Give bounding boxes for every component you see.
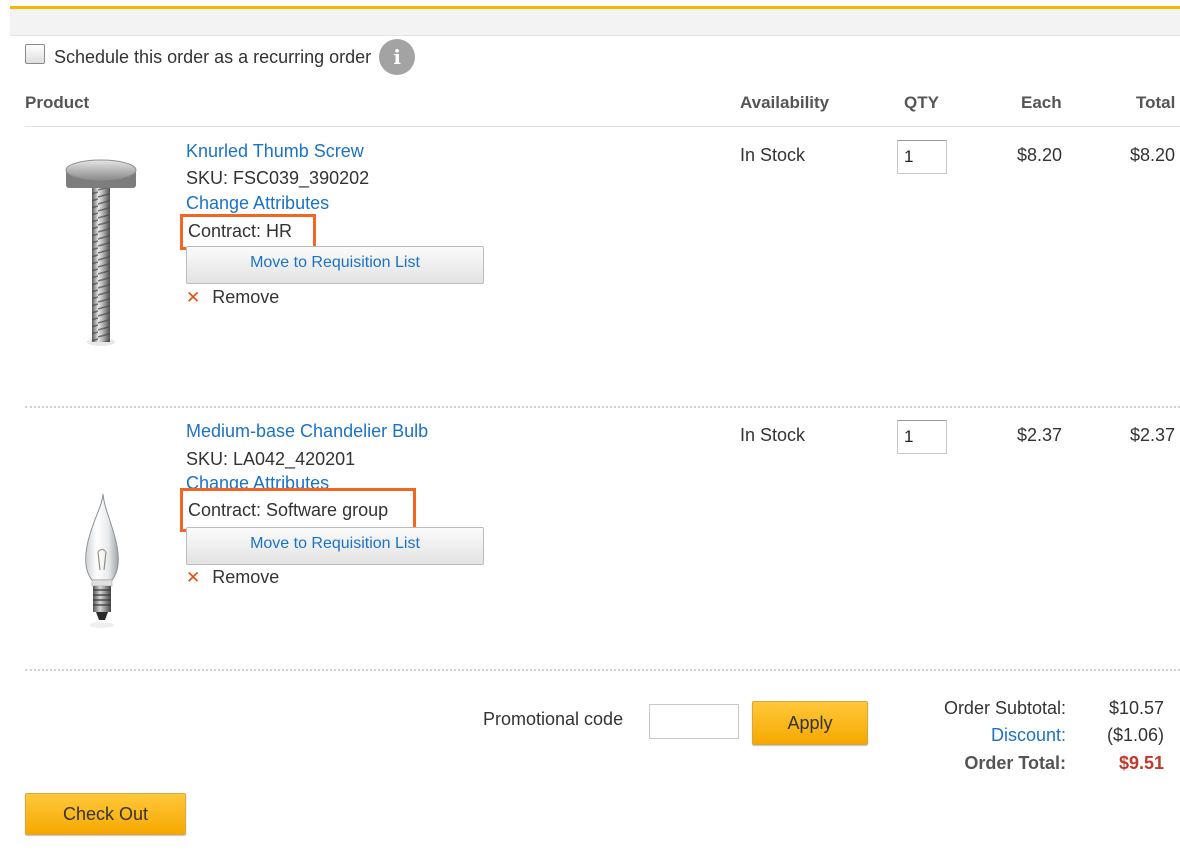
remove-label: Remove	[212, 567, 280, 587]
remove-label: Remove	[212, 287, 280, 307]
change-attributes-link[interactable]: Change Attributes	[186, 193, 329, 214]
check-out-button[interactable]: Check Out	[25, 793, 186, 835]
info-icon[interactable]: i	[379, 39, 416, 75]
move-to-requisition-list-button[interactable]: Move to Requisition List	[186, 527, 484, 565]
header-availability: Availability	[740, 93, 830, 112]
chandelier-bulb-image	[85, 493, 119, 628]
top-band	[10, 9, 1180, 36]
remove-item-link[interactable]: ✕ Remove	[186, 567, 279, 588]
item-each-price: $8.20	[1017, 145, 1063, 165]
item-name-link[interactable]: Medium-base Chandelier Bulb	[186, 421, 428, 442]
remove-x-icon: ✕	[186, 567, 201, 587]
header-qty: QTY	[904, 93, 939, 112]
discount-value: ($1.06)	[1106, 725, 1164, 745]
item-availability: In Stock	[740, 425, 806, 445]
apply-button[interactable]: Apply	[752, 701, 868, 745]
recurring-order-checkbox[interactable]	[25, 44, 45, 64]
discount-link[interactable]: Discount:	[991, 725, 1066, 746]
item-contract: Contract: Software group	[188, 500, 389, 520]
item-availability: In Stock	[740, 145, 806, 165]
header-each: Each	[1021, 93, 1062, 112]
header-product: Product	[25, 93, 90, 112]
remove-x-icon: ✕	[186, 287, 201, 307]
item-total-price: $2.37	[1130, 425, 1176, 445]
recurring-order-label[interactable]: Schedule this order as a recurring order	[54, 47, 371, 68]
qty-input[interactable]	[897, 420, 947, 454]
order-subtotal-value: $10.57	[1108, 698, 1164, 718]
qty-input[interactable]	[897, 140, 947, 174]
order-total-label: Order Total:	[964, 753, 1066, 773]
promo-code-label: Promotional code	[483, 709, 624, 729]
thumb-screw-image	[65, 159, 137, 346]
remove-item-link[interactable]: ✕ Remove	[186, 287, 279, 308]
item-total-price: $8.20	[1130, 145, 1176, 165]
row-divider	[25, 406, 1180, 408]
info-glyph: i	[393, 45, 401, 69]
item-sku: SKU: FSC039_390202	[186, 168, 370, 188]
move-to-requisition-list-button[interactable]: Move to Requisition List	[186, 246, 484, 284]
item-contract: Contract: HR	[188, 221, 293, 241]
header-divider	[25, 126, 1180, 127]
item-sku: SKU: LA042_420201	[186, 449, 356, 469]
header-total: Total	[1136, 93, 1176, 112]
item-name-link[interactable]: Knurled Thumb Screw	[186, 141, 364, 162]
row-divider	[25, 669, 1180, 671]
order-subtotal-label: Order Subtotal:	[943, 698, 1066, 718]
order-total-value: $9.51	[1118, 753, 1164, 773]
item-each-price: $2.37	[1017, 425, 1063, 445]
recurring-order-row: Schedule this order as a recurring order…	[25, 39, 416, 75]
promo-code-input[interactable]	[649, 704, 739, 739]
